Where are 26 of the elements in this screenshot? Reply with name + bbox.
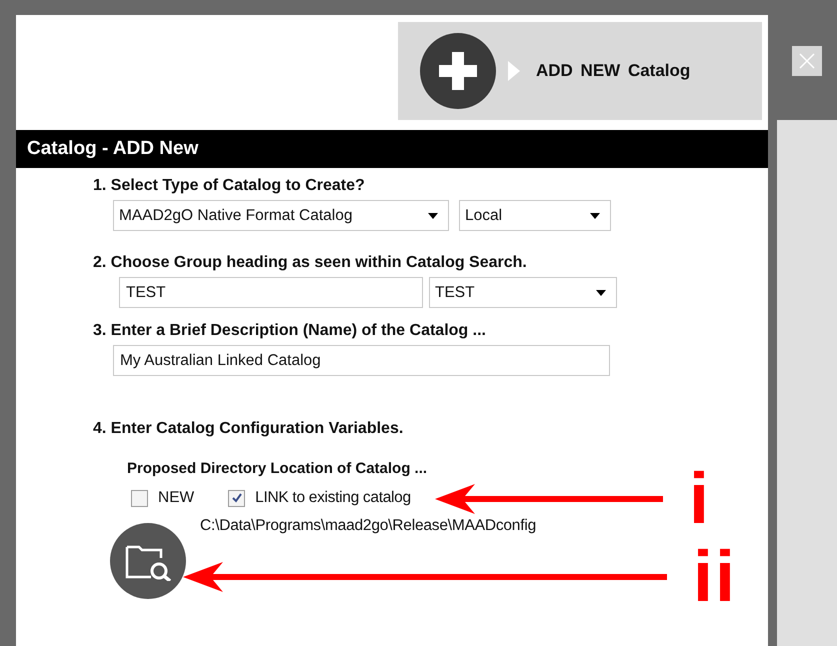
- checkbox-label: LINK to existing catalog: [255, 489, 411, 507]
- add-catalog-button[interactable]: ADD NEW Catalog: [398, 22, 762, 120]
- checkmark-icon: [230, 492, 243, 504]
- dropdown[interactable]: MAAD2gO Native Format Catalog: [113, 200, 449, 231]
- section-label: Proposed Directory Location of Catalog ...: [127, 460, 428, 477]
- plus-icon: [419, 32, 497, 110]
- play-icon: [508, 61, 520, 81]
- step-label: 1. Select Type of Catalog to Create?: [93, 177, 366, 195]
- checkbox[interactable]: [228, 490, 246, 506]
- caret-icon: [428, 212, 438, 218]
- caret-icon: [596, 290, 606, 296]
- step-label: 4. Enter Catalog Configuration Variables.: [93, 420, 404, 438]
- annotation-label: ii: [693, 547, 738, 607]
- dropdown[interactable]: Local: [459, 200, 611, 231]
- step-label: 3. Enter a Brief Description (Name) of the Catalog ...: [93, 322, 487, 340]
- input-field[interactable]: My Australian Linked Catalog: [113, 345, 610, 376]
- step-label: 2. Choose Group heading as seen within Catalog Search.: [93, 254, 528, 272]
- annotation-label: i: [689, 469, 710, 529]
- section-header: Catalog - ADD New: [16, 130, 768, 168]
- caret-icon: [590, 212, 600, 218]
- checkbox-label: NEW: [158, 489, 194, 507]
- checkbox[interactable]: [131, 490, 148, 506]
- close-icon: [799, 53, 815, 69]
- dropdown[interactable]: TEST: [429, 277, 617, 308]
- input-field[interactable]: TEST: [119, 277, 423, 308]
- path-text: C:\Data\Programs\maad2go\Release\MAADconfig: [200, 517, 536, 535]
